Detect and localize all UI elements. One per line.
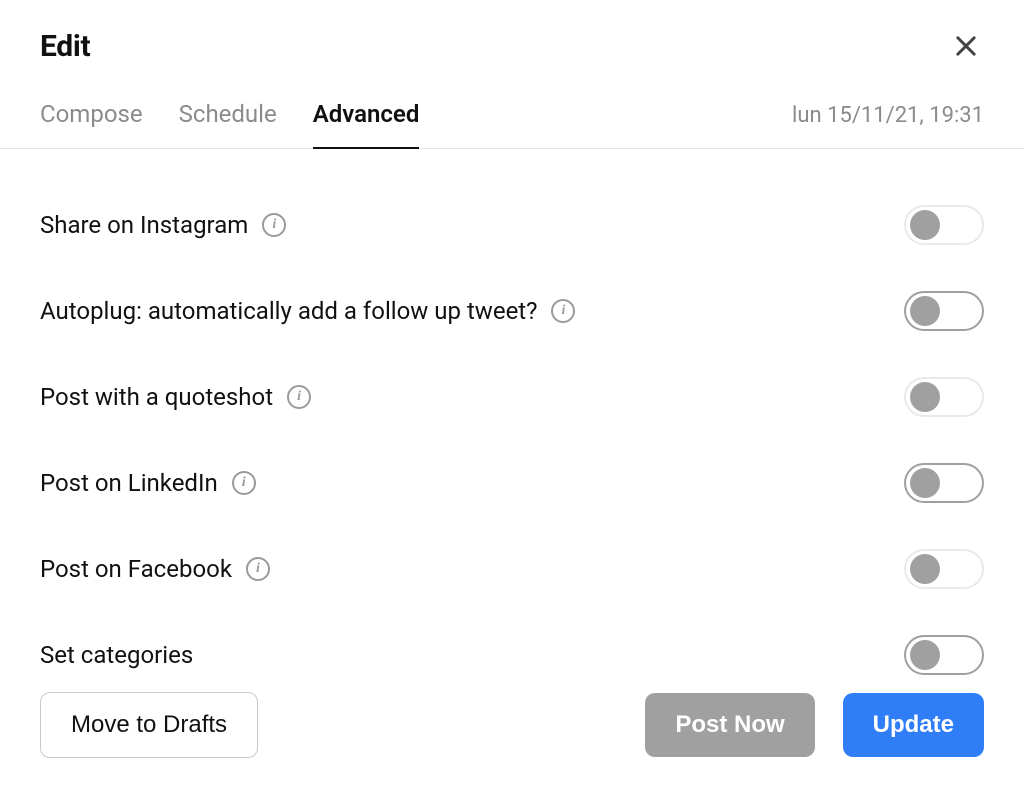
option-linkedin: Post on LinkedIn i [40, 463, 984, 503]
option-label: Autoplug: automatically add a follow up … [40, 297, 537, 325]
info-icon[interactable]: i [262, 213, 286, 237]
option-left: Post with a quoteshot i [40, 383, 311, 411]
option-left: Set categories [40, 641, 193, 669]
toggle-facebook[interactable] [904, 549, 984, 589]
toggle-knob [910, 296, 940, 326]
option-label: Share on Instagram [40, 211, 248, 239]
info-icon[interactable]: i [287, 385, 311, 409]
update-button[interactable]: Update [843, 693, 984, 757]
option-left: Share on Instagram i [40, 211, 286, 239]
option-left: Post on LinkedIn i [40, 469, 256, 497]
footer-right: Post Now Update [645, 693, 984, 757]
toggle-linkedin[interactable] [904, 463, 984, 503]
toggle-share-instagram[interactable] [904, 205, 984, 245]
toggle-knob [910, 640, 940, 670]
option-label: Post on Facebook [40, 555, 232, 583]
modal-title: Edit [40, 29, 90, 64]
post-now-button[interactable]: Post Now [645, 693, 814, 757]
title-row: Edit [40, 28, 984, 64]
info-icon[interactable]: i [246, 557, 270, 581]
modal-header: Edit [0, 0, 1024, 64]
tabs: Compose Schedule Advanced [0, 100, 419, 148]
move-to-drafts-button[interactable]: Move to Drafts [40, 692, 258, 758]
tab-compose[interactable]: Compose [40, 100, 143, 148]
option-categories: Set categories [40, 635, 984, 675]
option-left: Autoplug: automatically add a follow up … [40, 297, 575, 325]
close-button[interactable] [948, 28, 984, 64]
tab-schedule[interactable]: Schedule [179, 100, 277, 148]
toggle-knob [910, 554, 940, 584]
toggle-quoteshot[interactable] [904, 377, 984, 417]
toggle-knob [910, 210, 940, 240]
modal-footer: Move to Drafts Post Now Update [0, 692, 1024, 798]
info-icon[interactable]: i [551, 299, 575, 323]
schedule-timestamp: lun 15/11/21, 19:31 [792, 103, 1024, 148]
toggle-knob [910, 382, 940, 412]
options-panel: Share on Instagram i Autoplug: automatic… [0, 149, 1024, 692]
tab-advanced[interactable]: Advanced [313, 100, 420, 148]
option-facebook: Post on Facebook i [40, 549, 984, 589]
option-share-instagram: Share on Instagram i [40, 205, 984, 245]
tabs-row: Compose Schedule Advanced lun 15/11/21, … [0, 100, 1024, 149]
option-label: Post on LinkedIn [40, 469, 218, 497]
option-label: Post with a quoteshot [40, 383, 273, 411]
option-left: Post on Facebook i [40, 555, 270, 583]
toggle-categories[interactable] [904, 635, 984, 675]
toggle-knob [910, 468, 940, 498]
info-icon[interactable]: i [232, 471, 256, 495]
toggle-autoplug[interactable] [904, 291, 984, 331]
option-quoteshot: Post with a quoteshot i [40, 377, 984, 417]
option-autoplug: Autoplug: automatically add a follow up … [40, 291, 984, 331]
edit-modal: Edit Compose Schedule Advanced lun 15/11… [0, 0, 1024, 798]
close-icon [952, 32, 980, 60]
option-label: Set categories [40, 641, 193, 669]
